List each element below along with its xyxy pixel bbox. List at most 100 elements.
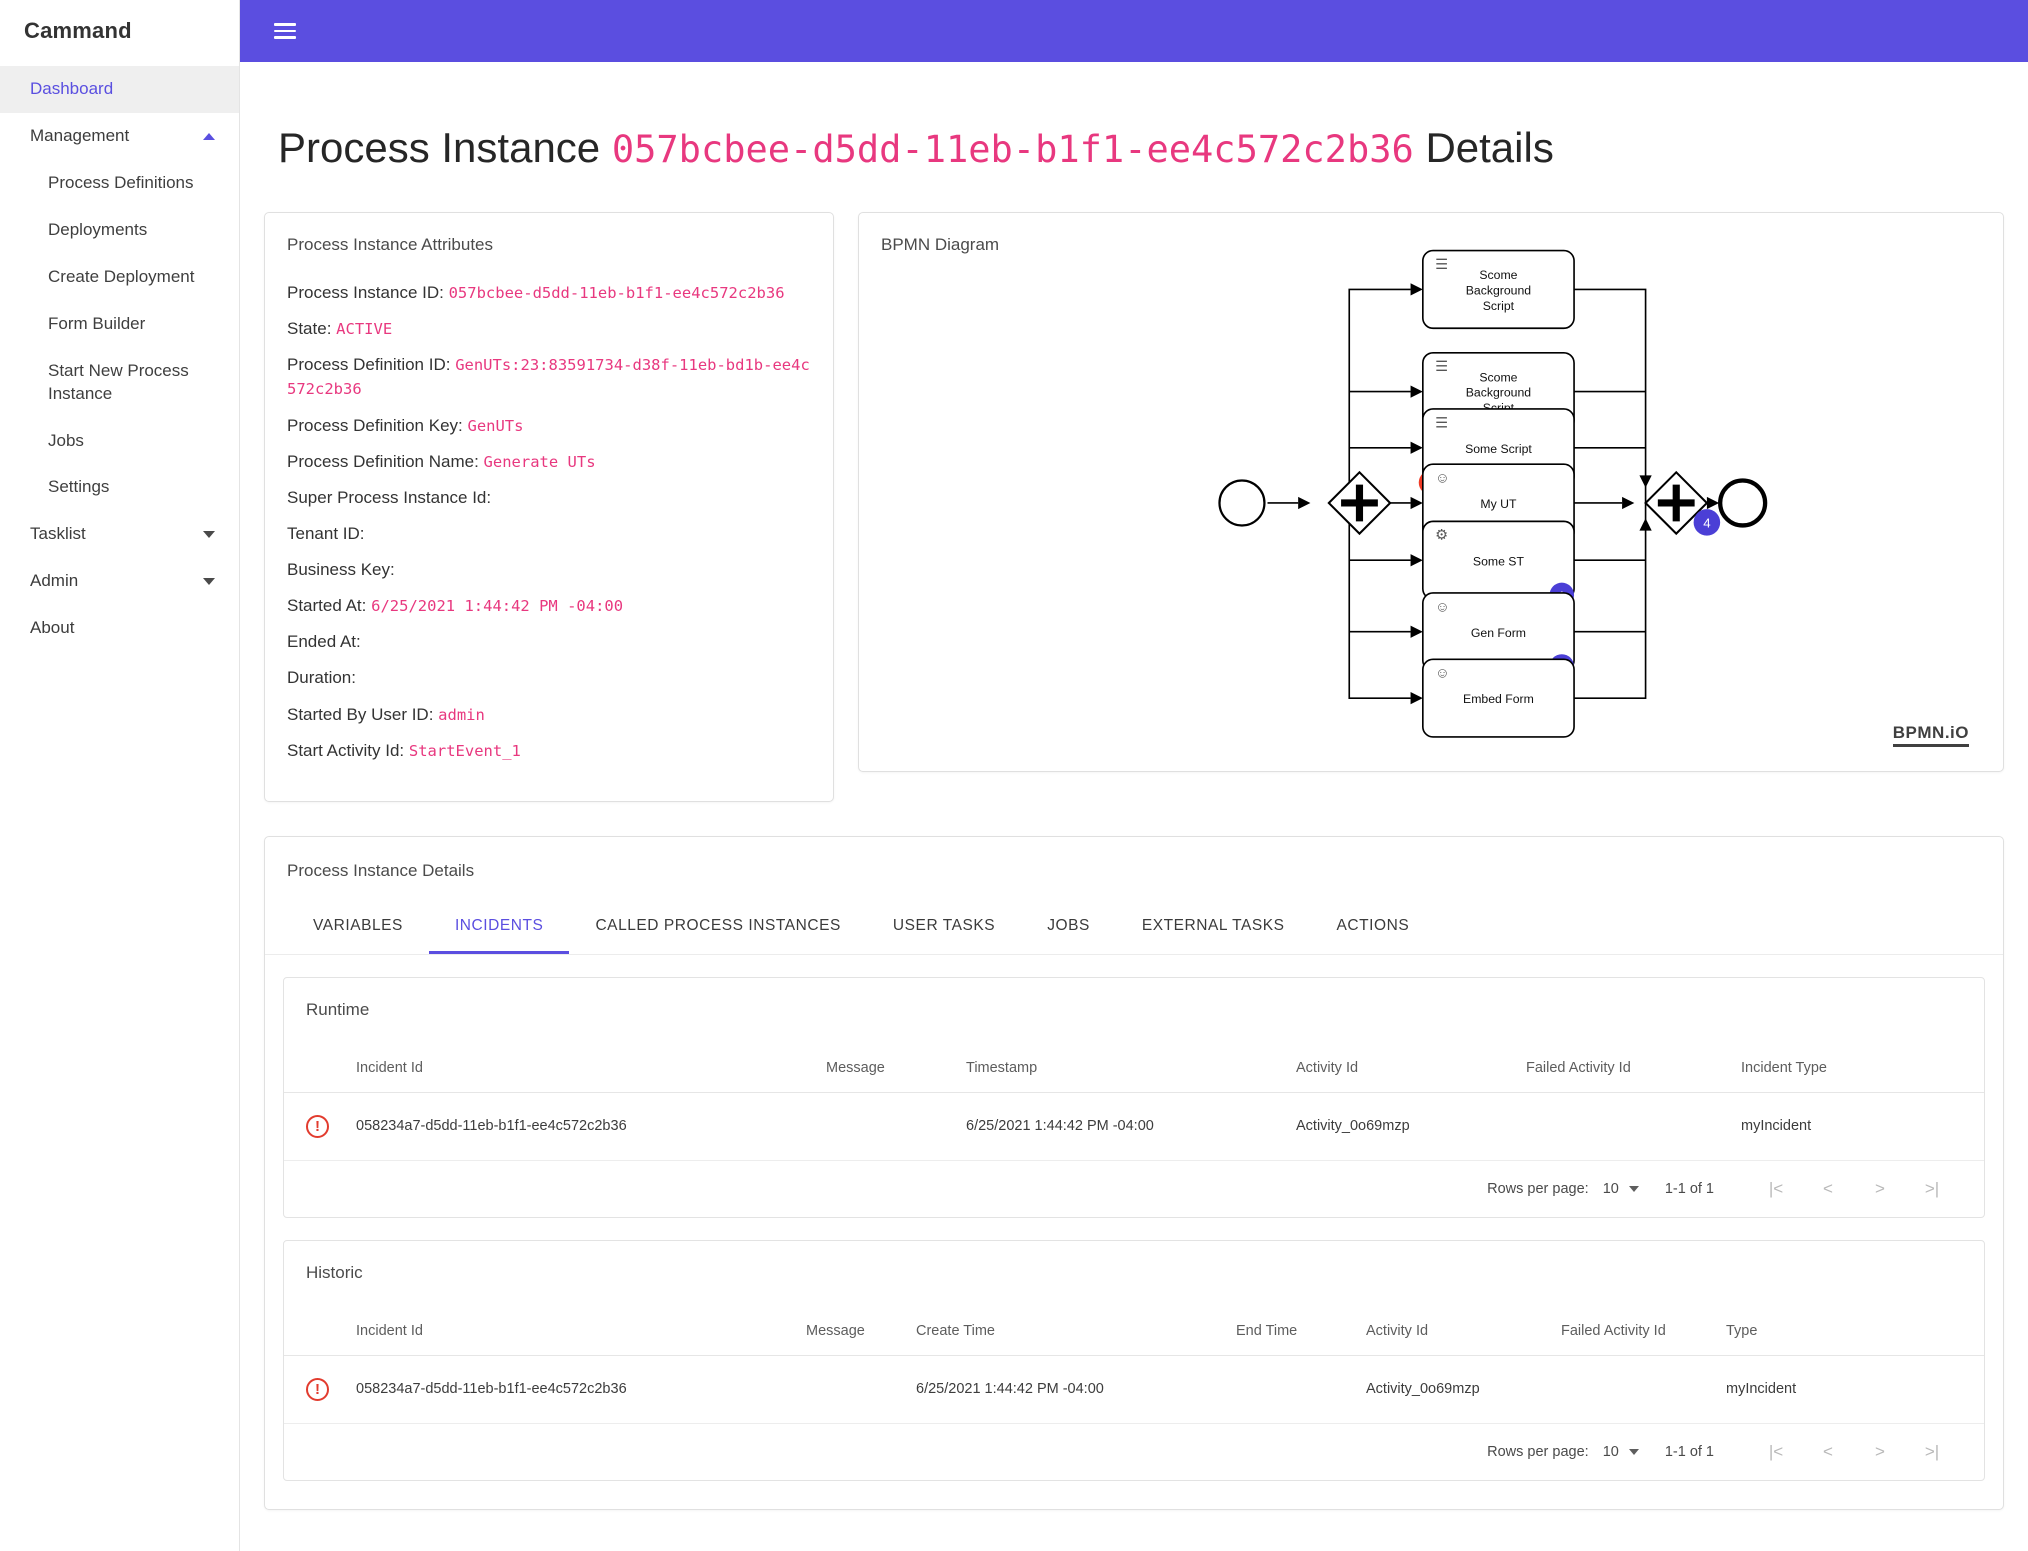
sidebar-item-label: Form Builder: [48, 313, 146, 333]
runtime-prev-page-button[interactable]: <: [1802, 1179, 1854, 1199]
tab-incidents[interactable]: INCIDENTS: [428, 907, 570, 954]
runtime-rows-per-page-label: Rows per page:: [1487, 1180, 1589, 1197]
sidebar-item-create-deployment[interactable]: Create Deployment: [0, 254, 239, 301]
sidebar-item-label: Admin: [30, 571, 79, 591]
column-header: Failed Activity Id: [1553, 1312, 1718, 1356]
cell-failed-activity-id: [1553, 1355, 1718, 1424]
attribute-value: admin: [438, 705, 485, 724]
attribute-row: Duration:: [287, 666, 811, 690]
runtime-rows-per-page-value[interactable]: 10: [1603, 1181, 1619, 1197]
column-header: Incident Id: [348, 1049, 818, 1093]
attribute-row: Process Instance ID: 057bcbee-d5dd-11eb-…: [287, 281, 811, 305]
sidebar-item-admin[interactable]: Admin: [0, 558, 239, 605]
column-header: Type: [1718, 1312, 1984, 1356]
historic-table-head: Incident Id Message Create Time End Time Act…: [284, 1312, 1984, 1356]
attribute-row: Ended At:: [287, 630, 811, 654]
bpmn-gateway-badge-label: 4: [1703, 516, 1710, 531]
runtime-last-page-button[interactable]: >|: [1906, 1179, 1958, 1199]
error-icon: !: [306, 1377, 329, 1401]
bpmn-task-label: Some ST: [1473, 554, 1525, 568]
runtime-next-page-button[interactable]: >: [1854, 1179, 1906, 1199]
incident-status-cell: !: [284, 1355, 348, 1424]
attribute-value: StartEvent_1: [408, 741, 521, 760]
sidebar-item-label: Deployments: [48, 219, 148, 239]
attribute-row: Start Activity Id: StartEvent_1: [287, 739, 811, 763]
attribute-value: 6/25/2021 1:44:42 PM -04:00: [371, 597, 624, 616]
attribute-value: GenUTs: [467, 416, 524, 435]
attribute-row: Process Definition Name: Generate UTs: [287, 450, 811, 474]
script-task-icon: ☰: [1435, 415, 1448, 431]
chevron-down-icon[interactable]: [203, 578, 215, 586]
historic-next-page-button[interactable]: >: [1854, 1442, 1906, 1462]
chevron-up-icon[interactable]: [203, 132, 215, 140]
sidebar-item-management[interactable]: Management: [0, 113, 239, 160]
sidebar-item-label: Settings: [48, 477, 110, 497]
sidebar-item-start-new-process-instance[interactable]: Start New Process Instance: [0, 348, 239, 418]
attribute-label: Process Definition Name:: [287, 451, 479, 471]
sidebar-item-tasklist[interactable]: Tasklist: [0, 511, 239, 558]
sidebar-item-form-builder[interactable]: Form Builder: [0, 301, 239, 348]
sidebar-item-process-definitions[interactable]: Process Definitions: [0, 160, 239, 207]
chevron-down-icon[interactable]: [203, 531, 215, 539]
attribute-label: Process Definition Key:: [287, 415, 463, 435]
sidebar-item-about[interactable]: About: [0, 605, 239, 652]
table-row[interactable]: ! 058234a7-d5dd-11eb-b1f1-ee4c572c2b36 6/2…: [284, 1092, 1984, 1161]
sidebar-item-label: Start New Process Instance: [48, 360, 189, 403]
tab-jobs[interactable]: JOBS: [1021, 907, 1116, 954]
bpmn-task-group: ☰ScomeBackgroundScript☰ScomeBackgroundSc…: [1418, 249, 1575, 738]
incident-status-cell: !: [284, 1092, 348, 1161]
attribute-row: Super Process Instance Id:: [287, 486, 811, 510]
historic-prev-page-button[interactable]: <: [1802, 1442, 1854, 1462]
tab-external-tasks[interactable]: EXTERNAL TASKS: [1116, 907, 1311, 954]
column-header: [284, 1049, 348, 1093]
historic-incidents-table: Incident Id Message Create Time End Time Act…: [284, 1312, 1984, 1424]
runtime-incidents-section: Runtime Incident Id Message Timestamp Activ…: [283, 976, 1985, 1218]
tab-called-process-instances[interactable]: CALLED PROCESS INSTANCES: [569, 907, 866, 954]
runtime-rows-per-page-chevron-down-icon[interactable]: [1628, 1185, 1639, 1192]
attribute-value: Generate UTs: [483, 452, 596, 471]
column-header: Failed Activity Id: [1518, 1049, 1733, 1093]
attribute-row: State: ACTIVE: [287, 317, 811, 341]
historic-incidents-section: Historic Incident Id Message Create Time En…: [283, 1239, 1985, 1481]
column-header: Incident Type: [1733, 1049, 1984, 1093]
cell-create-time: 6/25/2021 1:44:42 PM -04:00: [908, 1355, 1228, 1424]
brand-title: Cammand: [24, 18, 132, 43]
attribute-label: Super Process Instance Id:: [287, 487, 492, 507]
tab-variables[interactable]: VARIABLES: [287, 907, 429, 954]
historic-rows-per-page-value[interactable]: 10: [1603, 1444, 1619, 1460]
app-root: Cammand Dashboard Management Process Defin…: [0, 0, 2028, 1551]
attribute-row: Started At: 6/25/2021 1:44:42 PM -04:00: [287, 594, 811, 618]
attribute-row: Process Definition Key: GenUTs: [287, 414, 811, 438]
top-bar: [240, 0, 2028, 62]
bpmn-task[interactable]: ☺ Embed Form: [1422, 658, 1575, 738]
sidebar-item-deployments[interactable]: Deployments: [0, 207, 239, 254]
sidebar-item-settings[interactable]: Settings: [0, 464, 239, 511]
sidebar-item-label: Jobs: [48, 430, 84, 450]
runtime-first-page-button[interactable]: |<: [1750, 1179, 1802, 1199]
hamburger-icon[interactable]: [274, 19, 296, 43]
process-instance-attributes-card: Process Instance Attributes Process Inst…: [264, 212, 834, 802]
script-task-icon: ☰: [1435, 257, 1448, 273]
runtime-paginator: Rows per page: 10 1-1 of 1 |< < > >|: [284, 1161, 1984, 1217]
page-title: Process Instance 057bcbee-d5dd-11eb-b1f1…: [278, 124, 2028, 172]
bpmn-task-label: Some Script: [1465, 442, 1532, 456]
sidebar-item-jobs[interactable]: Jobs: [0, 418, 239, 465]
bpmn-start-event: [1218, 479, 1266, 527]
details-tabs: VARIABLES INCIDENTS CALLED PROCESS INSTANC…: [265, 881, 2003, 955]
tab-actions[interactable]: ACTIONS: [1311, 907, 1436, 954]
tab-user-tasks[interactable]: USER TASKS: [867, 907, 1021, 954]
bpmn-canvas[interactable]: 4 ☰ Scome Background Script ☰ Scome Background…: [869, 247, 1993, 761]
attribute-label: Start Activity Id:: [287, 740, 405, 760]
attribute-value: 057bcbee-d5dd-11eb-b1f1-ee4c572c2b36: [448, 284, 785, 302]
runtime-table-body: ! 058234a7-d5dd-11eb-b1f1-ee4c572c2b36 6/2…: [284, 1092, 1984, 1161]
table-row[interactable]: ! 058234a7-d5dd-11eb-b1f1-ee4c572c2b36 6/2…: [284, 1355, 1984, 1424]
historic-first-page-button[interactable]: |<: [1750, 1442, 1802, 1462]
historic-rows-per-page-chevron-down-icon[interactable]: [1628, 1448, 1639, 1455]
page-title-prefix: Process Instance: [278, 124, 601, 171]
attribute-row: Process Definition ID: GenUTs:23:8359173…: [287, 353, 811, 401]
bpmn-task[interactable]: ☰ Scome BackgroundScript: [1422, 249, 1575, 330]
bpmn-task-label: My UT: [1480, 497, 1517, 511]
historic-last-page-button[interactable]: >|: [1906, 1442, 1958, 1462]
attribute-label: Process Instance ID:: [287, 283, 444, 302]
sidebar-item-dashboard[interactable]: Dashboard: [0, 66, 239, 113]
